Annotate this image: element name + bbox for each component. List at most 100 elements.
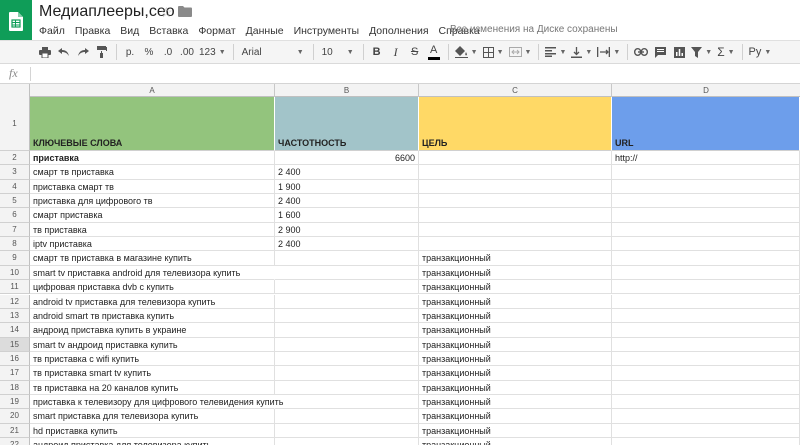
cell-c[interactable] bbox=[419, 208, 612, 223]
row-header[interactable]: 6 bbox=[0, 208, 30, 223]
cell-a[interactable]: android tv приставка для телевизора купи… bbox=[30, 294, 275, 309]
cell-d[interactable] bbox=[612, 337, 800, 352]
row-header[interactable]: 9 bbox=[0, 251, 30, 266]
cell-d[interactable] bbox=[612, 265, 800, 281]
cell-a[interactable]: смарт тв приставка bbox=[30, 165, 275, 180]
cell-d[interactable] bbox=[612, 208, 800, 223]
document-title[interactable]: Медиаплееры,сео bbox=[39, 3, 175, 21]
cell-d[interactable] bbox=[612, 251, 800, 266]
redo-button[interactable] bbox=[76, 43, 90, 61]
cell-c[interactable]: транзакционный bbox=[419, 251, 612, 266]
row-header[interactable]: 13 bbox=[0, 308, 30, 324]
cell-b[interactable] bbox=[275, 351, 419, 367]
header-cell-d[interactable]: URL bbox=[612, 97, 800, 151]
cell-a[interactable]: приставка к телевизору для цифрового тел… bbox=[30, 395, 283, 410]
filter-button[interactable]: ▼ bbox=[691, 43, 712, 61]
cell-d[interactable] bbox=[612, 165, 800, 180]
cell-b[interactable] bbox=[275, 251, 419, 266]
cell-c[interactable]: транзакционный bbox=[419, 337, 612, 352]
cell-b[interactable] bbox=[275, 423, 419, 438]
menu-insert[interactable]: Вставка bbox=[149, 25, 188, 37]
cell-a[interactable]: smart tv андроид приставка купить bbox=[30, 337, 275, 352]
row-header-1[interactable]: 1 bbox=[0, 97, 30, 151]
cell-d[interactable] bbox=[612, 409, 800, 424]
print-button[interactable] bbox=[38, 43, 52, 61]
cell-c[interactable] bbox=[419, 194, 612, 209]
cell-b[interactable]: 1 600 bbox=[275, 208, 419, 223]
cell-c[interactable]: транзакционный bbox=[419, 351, 612, 367]
cell-b[interactable] bbox=[275, 323, 419, 338]
cell-d[interactable] bbox=[612, 194, 800, 209]
folder-icon[interactable] bbox=[178, 6, 192, 17]
italic-button[interactable]: I bbox=[389, 43, 403, 61]
cell-a[interactable]: тв приставка smart tv купить bbox=[30, 366, 275, 381]
cell-d[interactable] bbox=[612, 394, 800, 410]
cell-d[interactable] bbox=[612, 237, 800, 252]
save-status[interactable]: Все изменения на Диске сохранены bbox=[450, 24, 618, 35]
cell-d[interactable] bbox=[612, 222, 800, 238]
cell-b[interactable] bbox=[275, 394, 419, 410]
cell-c[interactable]: транзакционный bbox=[419, 423, 612, 438]
cell-c[interactable] bbox=[419, 179, 612, 195]
cell-b[interactable] bbox=[275, 380, 419, 395]
sheets-logo-icon[interactable] bbox=[0, 0, 32, 42]
column-header-a[interactable]: A bbox=[30, 84, 275, 97]
cell-a[interactable]: smart приставка для телевизора купить bbox=[30, 409, 275, 424]
row-header[interactable]: 3 bbox=[0, 165, 30, 180]
cell-a[interactable]: тв приставка на 20 каналов купить bbox=[30, 380, 275, 395]
cell-a[interactable]: андроид приставка для телевизора купить bbox=[30, 438, 275, 445]
row-header[interactable]: 7 bbox=[0, 222, 30, 238]
insert-chart-button[interactable] bbox=[672, 43, 686, 61]
horizontal-align-button[interactable]: ▼ bbox=[545, 43, 566, 61]
insert-link-button[interactable] bbox=[634, 43, 649, 61]
cell-c[interactable]: транзакционный bbox=[419, 380, 612, 395]
cell-c[interactable]: транзакционный bbox=[419, 409, 612, 424]
vertical-align-button[interactable]: ▼ bbox=[571, 43, 592, 61]
cell-a[interactable]: iptv приставка bbox=[30, 237, 275, 252]
text-color-button[interactable]: A bbox=[427, 43, 441, 61]
header-cell-a[interactable]: КЛЮЧЕВЫЕ СЛОВА bbox=[30, 97, 275, 151]
column-header-c[interactable]: C bbox=[419, 84, 612, 97]
row-header[interactable]: 10 bbox=[0, 265, 30, 281]
merge-cells-button[interactable]: ▼ bbox=[508, 43, 531, 61]
cell-c[interactable]: транзакционный bbox=[419, 438, 612, 445]
cell-b[interactable] bbox=[275, 438, 419, 445]
row-header[interactable]: 20 bbox=[0, 409, 30, 424]
cell-b[interactable]: 6600 bbox=[275, 151, 419, 166]
row-header[interactable]: 5 bbox=[0, 194, 30, 209]
menu-view[interactable]: Вид bbox=[120, 25, 139, 37]
currency-format-button[interactable]: р. bbox=[123, 43, 137, 61]
cell-c[interactable]: транзакционный bbox=[419, 394, 612, 410]
menu-format[interactable]: Формат bbox=[198, 25, 235, 37]
fill-color-button[interactable]: ▼ bbox=[454, 43, 478, 61]
cell-b[interactable] bbox=[275, 366, 419, 381]
cell-c[interactable] bbox=[419, 222, 612, 238]
cell-b[interactable] bbox=[275, 337, 419, 352]
header-cell-c[interactable]: ЦЕЛЬ bbox=[419, 97, 612, 151]
font-size-dropdown[interactable]: 10 ▼ bbox=[320, 43, 356, 61]
cell-b[interactable]: 2 400 bbox=[275, 237, 419, 252]
menu-data[interactable]: Данные bbox=[246, 25, 284, 37]
cell-d[interactable]: http:// bbox=[612, 151, 800, 166]
cell-c[interactable]: транзакционный bbox=[419, 280, 612, 295]
menu-edit[interactable]: Правка bbox=[75, 25, 110, 37]
cell-b[interactable]: 1 900 bbox=[275, 179, 419, 195]
input-tools-button[interactable]: Ру ▼ bbox=[749, 43, 772, 61]
star-icon[interactable]: ☆ bbox=[160, 4, 173, 20]
cell-a[interactable]: приставка смарт тв bbox=[30, 179, 275, 195]
cell-c[interactable]: транзакционный bbox=[419, 308, 612, 324]
cell-a[interactable]: смарт приставка bbox=[30, 208, 275, 223]
more-formats-button[interactable]: 123 ▼ bbox=[199, 43, 226, 61]
select-all-corner[interactable] bbox=[0, 84, 30, 97]
menu-tools[interactable]: Инструменты bbox=[294, 25, 359, 37]
functions-button[interactable]: Σ ▼ bbox=[717, 43, 734, 61]
cell-d[interactable] bbox=[612, 380, 800, 395]
borders-button[interactable]: ▼ bbox=[482, 43, 504, 61]
cell-d[interactable] bbox=[612, 308, 800, 324]
undo-button[interactable] bbox=[57, 43, 71, 61]
cell-a[interactable]: hd приставка купить bbox=[30, 423, 275, 438]
cell-d[interactable] bbox=[612, 179, 800, 195]
menu-addons[interactable]: Дополнения bbox=[369, 25, 428, 37]
bold-button[interactable]: B bbox=[370, 43, 384, 61]
paint-format-button[interactable] bbox=[95, 43, 109, 61]
